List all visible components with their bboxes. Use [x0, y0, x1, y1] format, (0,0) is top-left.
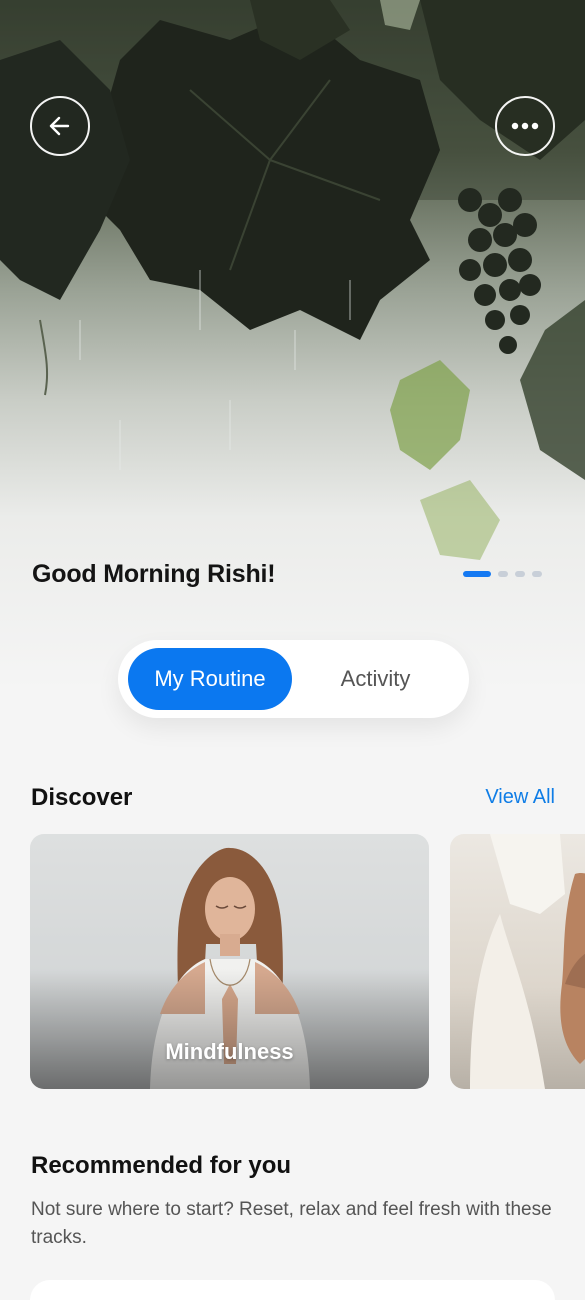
- back-button[interactable]: [30, 96, 90, 156]
- card-shade: [30, 969, 429, 1089]
- discover-card-next[interactable]: [450, 834, 585, 1089]
- recommended-heading: Recommended for you: [31, 1152, 292, 1179]
- tab-activity[interactable]: Activity: [292, 648, 459, 710]
- recommended-subtitle: Not sure where to start? Reset, relax an…: [31, 1199, 552, 1248]
- more-horizontal-icon: [511, 122, 539, 130]
- arrow-left-icon: [49, 116, 70, 136]
- discover-card-mindfulness[interactable]: Mindfulness: [30, 834, 429, 1089]
- carousel-dot-1[interactable]: [463, 571, 491, 577]
- carousel-indicator: [463, 571, 542, 577]
- view-all-link[interactable]: View All: [485, 786, 555, 809]
- card-label: Mindfulness: [165, 1039, 294, 1064]
- more-options-button[interactable]: [495, 96, 555, 156]
- carousel-dot-3[interactable]: [515, 571, 525, 577]
- carousel-dot-4[interactable]: [532, 571, 542, 577]
- recommended-track-card[interactable]: [30, 1280, 555, 1300]
- tab-switcher: My Routine Activity: [118, 640, 469, 718]
- carousel-dot-2[interactable]: [498, 571, 508, 577]
- next-card-image: [470, 834, 585, 1089]
- discover-heading: Discover: [31, 784, 133, 811]
- greeting-text: Good Morning Rishi!: [32, 560, 276, 588]
- hero-banner: Good Morning Rishi!: [0, 0, 585, 690]
- tab-my-routine[interactable]: My Routine: [128, 648, 292, 710]
